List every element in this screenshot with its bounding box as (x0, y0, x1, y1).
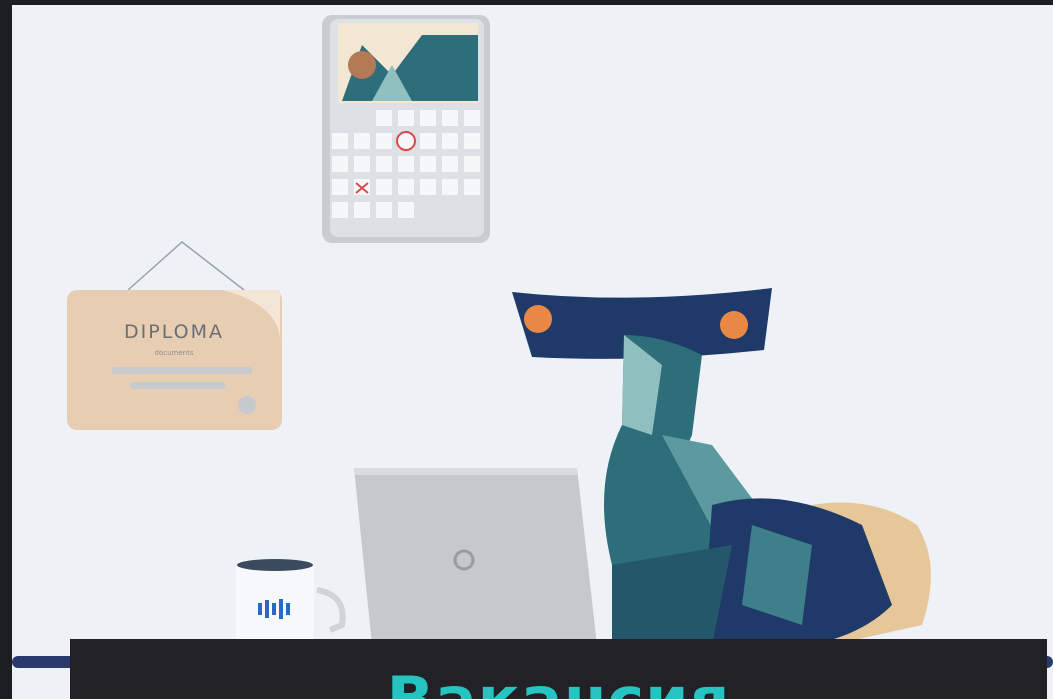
wall-calendar (322, 15, 490, 243)
vacancy-title: Вакансия (70, 669, 1047, 699)
laptop (354, 468, 597, 645)
workspace-illustration: DIPLOMA documents (12, 15, 1053, 668)
banner-image-frame: DIPLOMA documents (12, 5, 1053, 699)
caption-bar: Вакансия (70, 639, 1047, 699)
diploma-frame: DIPLOMA documents (67, 241, 282, 430)
diploma-title: DIPLOMA (124, 321, 224, 343)
diploma-subtitle: documents (155, 349, 194, 357)
